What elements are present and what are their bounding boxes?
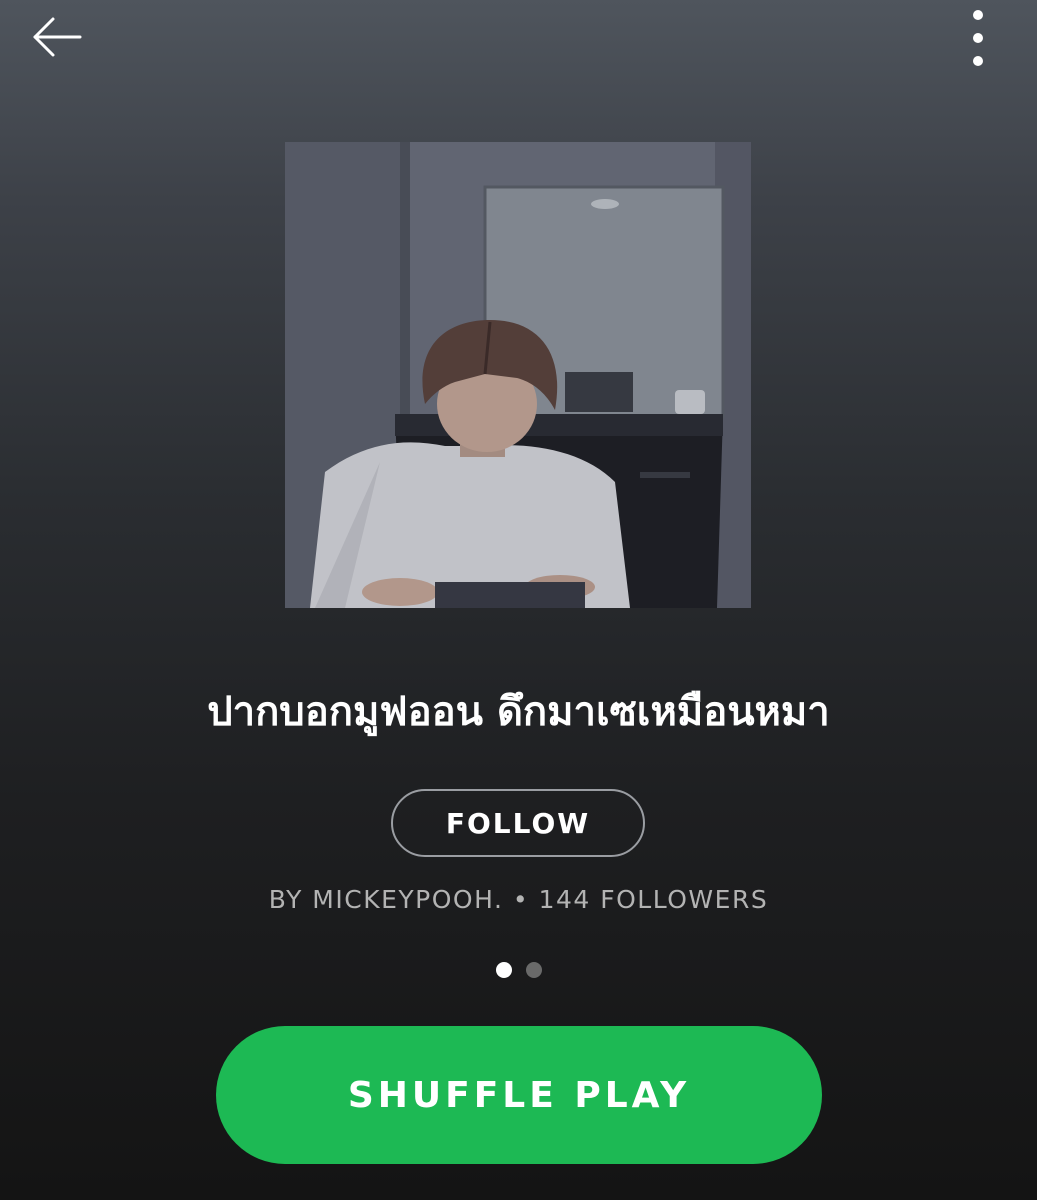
arrow-left-icon xyxy=(33,17,82,57)
page-dot-1[interactable] xyxy=(495,962,512,978)
followers-count: 144 FOLLOWERS xyxy=(538,885,769,914)
page-indicator xyxy=(0,962,1037,978)
playlist-screen: ปากบอกมูฟออน ดึกมาเซเหมือนหมา FOLLOW BY … xyxy=(0,0,1037,1200)
shuffle-play-button[interactable]: SHUFFLE PLAY xyxy=(216,1026,822,1164)
playlist-title: ปากบอกมูฟออน ดึกมาเซเหมือนหมา xyxy=(207,689,830,735)
back-button[interactable] xyxy=(28,14,84,60)
meta-separator: • xyxy=(512,885,530,914)
playlist-cover-image xyxy=(285,142,751,608)
more-vertical-icon xyxy=(973,10,983,66)
page-dot-2[interactable] xyxy=(525,962,542,978)
follow-button[interactable]: FOLLOW xyxy=(391,789,645,857)
owner-link[interactable]: BY MICKEYPOOH. xyxy=(269,885,504,914)
playlist-meta: BY MICKEYPOOH. • 144 FOLLOWERS xyxy=(0,880,1037,920)
more-options-button[interactable] xyxy=(958,6,998,70)
